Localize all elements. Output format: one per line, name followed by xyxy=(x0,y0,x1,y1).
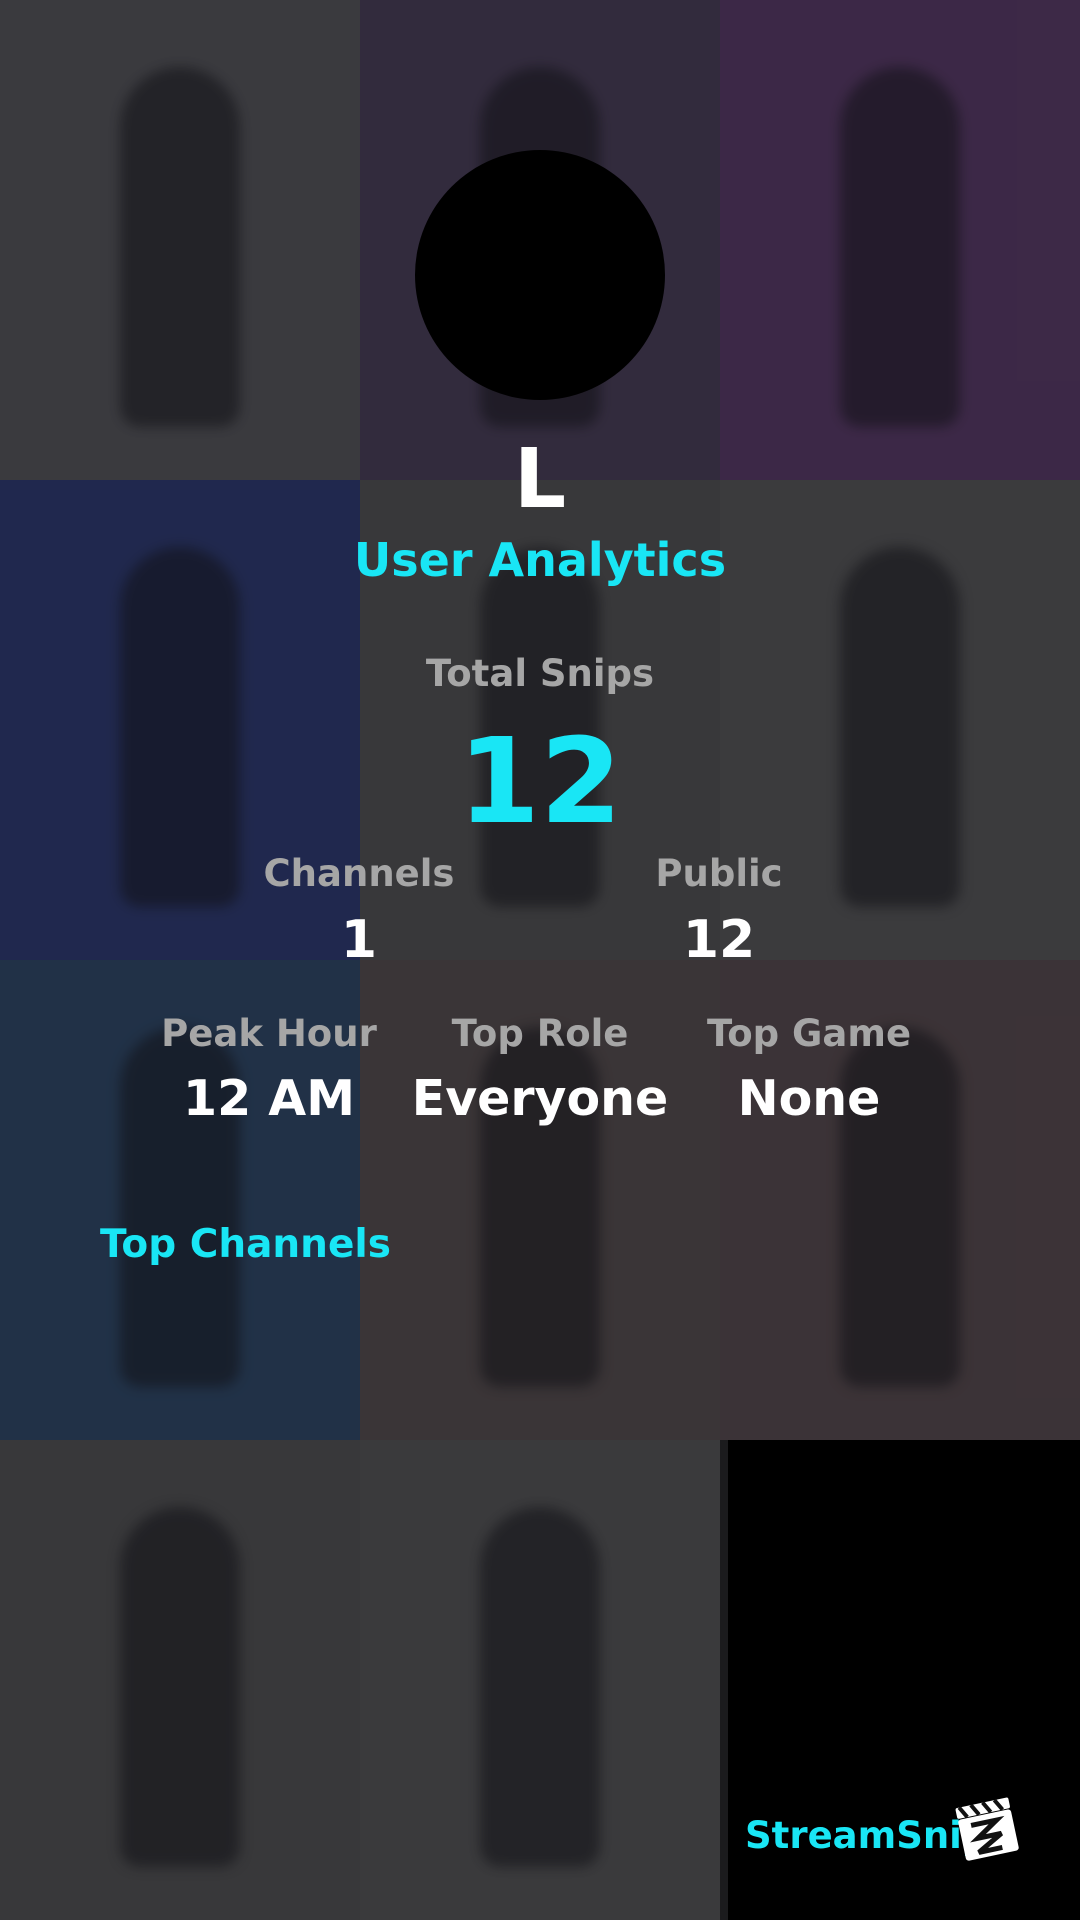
peak-hour-label: Peak Hour xyxy=(161,1012,377,1055)
avatar[interactable] xyxy=(415,150,665,400)
top-channels-heading: Top Channels xyxy=(100,1222,391,1267)
top-role-value: Everyone xyxy=(411,1070,669,1127)
channels-label: Channels xyxy=(263,852,455,895)
public-label: Public xyxy=(655,852,783,895)
top-game-value: None xyxy=(737,1070,881,1127)
total-snips-value: 12 xyxy=(457,712,623,850)
page-subtitle: User Analytics xyxy=(353,533,727,587)
public-value: 12 xyxy=(682,910,756,970)
peak-hour-value: 12 AM xyxy=(183,1070,355,1127)
top-role-label: Top Role xyxy=(451,1012,629,1055)
total-snips-label: Total Snips xyxy=(425,652,655,695)
channels-value: 1 xyxy=(340,910,378,970)
username: L xyxy=(513,432,567,527)
clapperboard-icon xyxy=(955,1797,1019,1861)
top-game-label: Top Game xyxy=(706,1012,912,1055)
